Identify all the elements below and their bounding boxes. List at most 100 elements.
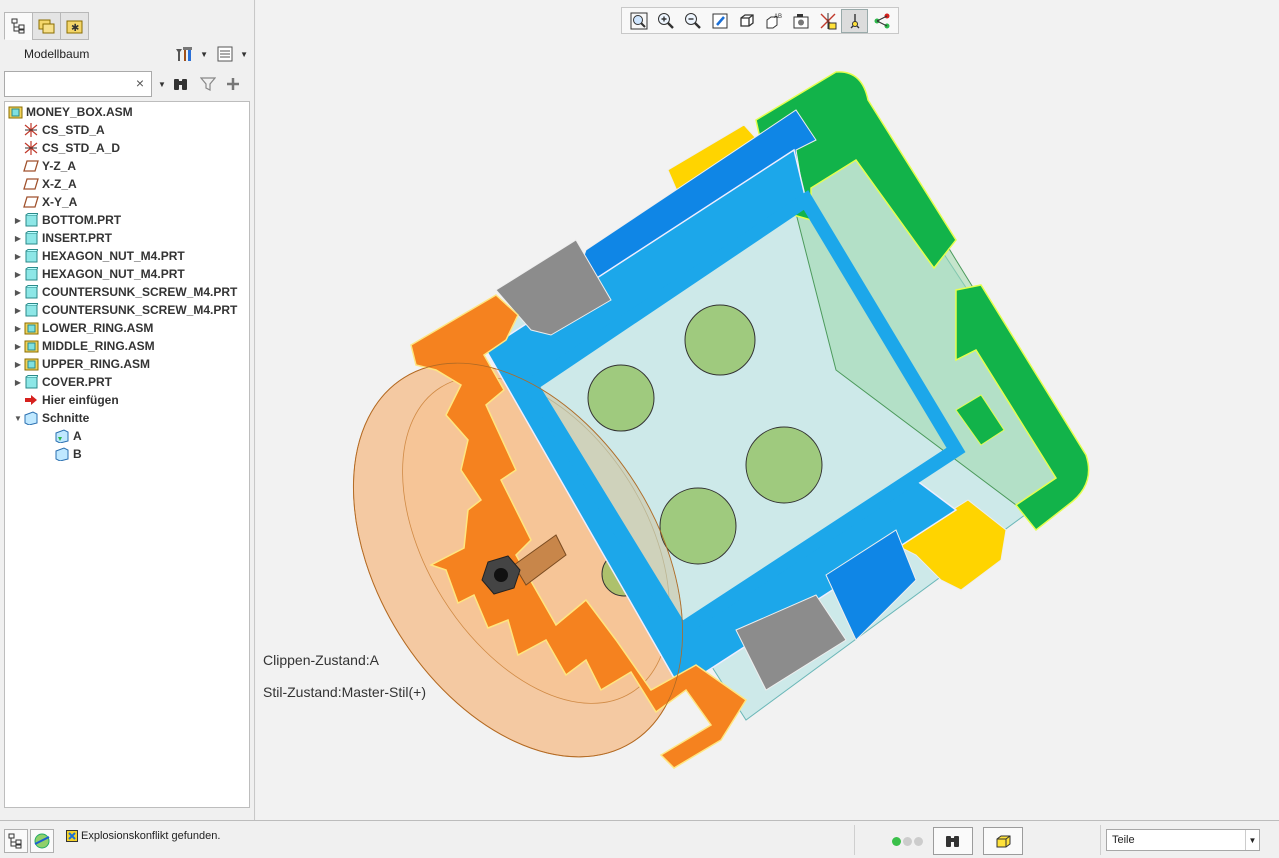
model-tree-panel: ✱ Modellbaum ▼ ▼ × ▼ MONEY_BOX.ASM CS_STD… bbox=[0, 0, 255, 820]
toggle-browser-button[interactable] bbox=[30, 829, 54, 853]
tree-item-label: X-Z_A bbox=[42, 177, 77, 191]
expand-arrow-icon[interactable]: ▶ bbox=[13, 360, 23, 369]
tree-item[interactable]: ▶ LOWER_RING.ASM bbox=[13, 319, 153, 337]
model-tree: MONEY_BOX.ASM CS_STD_A CS_STD_A_D Y-Z_A X-Z_… bbox=[4, 101, 250, 808]
tree-item[interactable]: CS_STD_A bbox=[13, 121, 105, 139]
tree-item-label: COUNTERSUNK_SCREW_M4.PRT bbox=[42, 285, 238, 299]
selection-box-button[interactable] bbox=[983, 827, 1023, 855]
view-toolbar: AB bbox=[621, 7, 899, 34]
status-bar: Explosionskonflikt gefunden. Teile ▼ bbox=[0, 820, 1279, 858]
expand-arrow-icon[interactable]: ▶ bbox=[13, 288, 23, 297]
tree-item-label: COUNTERSUNK_SCREW_M4.PRT bbox=[42, 303, 238, 317]
show-dropdown-icon[interactable]: ▼ bbox=[240, 50, 248, 59]
datum-display-icon bbox=[819, 12, 837, 30]
search-dropdown-icon[interactable]: ▼ bbox=[158, 80, 166, 89]
assembly-icon bbox=[23, 339, 39, 353]
tree-item[interactable]: ▶ HEXAGON_NUT_M4.PRT bbox=[13, 247, 185, 265]
expand-arrow-icon[interactable]: ▶ bbox=[13, 252, 23, 261]
expand-arrow-icon[interactable]: ▶ bbox=[13, 234, 23, 243]
tree-item[interactable]: ▶ COUNTERSUNK_SCREW_M4.PRT bbox=[13, 301, 237, 319]
clear-search-icon[interactable]: × bbox=[136, 75, 144, 91]
tree-item-label: CS_STD_A_D bbox=[42, 141, 121, 155]
tab-model-tree[interactable] bbox=[4, 12, 33, 40]
regeneration-status-icon bbox=[892, 836, 923, 846]
chevron-down-icon: ▼ bbox=[1245, 830, 1259, 850]
tree-settings-dropdown-icon[interactable]: ▼ bbox=[200, 50, 208, 59]
part-icon bbox=[23, 267, 39, 281]
expand-arrow-icon[interactable]: ▶ bbox=[13, 270, 23, 279]
tree-item-label: Schnitte bbox=[42, 411, 90, 425]
display-style-icon bbox=[738, 12, 756, 30]
expand-arrow-icon[interactable]: ▶ bbox=[13, 378, 23, 387]
part-icon bbox=[23, 303, 39, 317]
datum-display-button[interactable] bbox=[814, 9, 841, 33]
view-manager-button[interactable] bbox=[787, 9, 814, 33]
datum-plane-icon bbox=[23, 177, 39, 191]
tree-item[interactable]: ▼ Schnitte bbox=[13, 409, 89, 427]
collapse-arrow-icon[interactable]: ▼ bbox=[13, 414, 23, 423]
repaint-button[interactable] bbox=[706, 9, 733, 33]
selection-box-icon bbox=[996, 835, 1011, 848]
tree-settings-icon[interactable] bbox=[174, 45, 196, 63]
selection-filter-value: Teile bbox=[1112, 834, 1135, 846]
add-icon[interactable] bbox=[226, 77, 240, 91]
tree-item[interactable]: X-Y_A bbox=[13, 193, 77, 211]
show-columns-icon[interactable] bbox=[216, 45, 236, 63]
selection-filter-select[interactable]: Teile ▼ bbox=[1106, 829, 1260, 851]
expand-arrow-icon[interactable]: ▶ bbox=[13, 324, 23, 333]
model-tree-icon bbox=[8, 833, 22, 849]
expand-arrow-icon[interactable]: ▶ bbox=[13, 306, 23, 315]
tab-folder-browser[interactable] bbox=[32, 12, 61, 40]
section-active-icon bbox=[54, 429, 70, 443]
tab-favorites[interactable]: ✱ bbox=[60, 12, 89, 40]
refit-button[interactable] bbox=[625, 9, 652, 33]
assembly-icon bbox=[23, 357, 39, 371]
part-icon bbox=[23, 285, 39, 299]
saved-orientations-button[interactable]: AB bbox=[760, 9, 787, 33]
tree-item[interactable]: ▶ BOTTOM.PRT bbox=[13, 211, 121, 229]
filter-icon[interactable] bbox=[199, 76, 216, 92]
tree-item[interactable]: X-Z_A bbox=[13, 175, 77, 193]
find-button[interactable] bbox=[933, 827, 973, 855]
tree-item[interactable]: ▶ INSERT.PRT bbox=[13, 229, 112, 247]
tree-item[interactable]: CS_STD_A_D bbox=[13, 139, 120, 157]
tree-item[interactable]: Hier einfügen bbox=[13, 391, 119, 409]
svg-text:AB: AB bbox=[774, 14, 782, 20]
search-input[interactable] bbox=[5, 72, 125, 96]
repaint-icon bbox=[711, 12, 729, 30]
style-state-label: Stil-Zustand:Master-Stil(+) bbox=[263, 684, 426, 700]
tree-item-label: CS_STD_A bbox=[42, 123, 105, 137]
zoom-in-button[interactable] bbox=[652, 9, 679, 33]
zoom-out-button[interactable] bbox=[679, 9, 706, 33]
tree-item[interactable]: ▶ MIDDLE_RING.ASM bbox=[13, 337, 155, 355]
favorites-icon: ✱ bbox=[66, 20, 82, 34]
panel-title: Modellbaum bbox=[24, 47, 90, 61]
part-icon bbox=[23, 249, 39, 263]
display-style-button[interactable] bbox=[733, 9, 760, 33]
tree-item[interactable]: ▶ UPPER_RING.ASM bbox=[13, 355, 150, 373]
tree-item[interactable]: B bbox=[44, 445, 82, 463]
toggle-navigator-button[interactable] bbox=[4, 829, 28, 853]
search-row: × ▼ bbox=[4, 70, 250, 98]
tree-item[interactable]: ▶ COUNTERSUNK_SCREW_M4.PRT bbox=[13, 283, 237, 301]
tree-item-label: A bbox=[73, 429, 82, 443]
annotation-display-button[interactable] bbox=[868, 9, 895, 33]
tree-item[interactable]: ▶ COVER.PRT bbox=[13, 373, 112, 391]
binoculars-icon[interactable] bbox=[172, 76, 190, 92]
tree-item-label: B bbox=[73, 447, 82, 461]
section-icon bbox=[54, 447, 70, 461]
tree-item[interactable]: Y-Z_A bbox=[13, 157, 76, 175]
tree-item[interactable]: A bbox=[44, 427, 82, 445]
spin-center-button[interactable] bbox=[841, 8, 868, 33]
svg-text:✱: ✱ bbox=[71, 23, 79, 34]
assembly-icon bbox=[23, 321, 39, 335]
graphics-window[interactable]: AB Clippen-Zustand:A Stil-Zustand:Master… bbox=[256, 0, 1279, 820]
tree-item[interactable]: MONEY_BOX.ASM bbox=[7, 103, 133, 121]
datum-plane-icon bbox=[23, 195, 39, 209]
tree-item[interactable]: ▶ HEXAGON_NUT_M4.PRT bbox=[13, 265, 185, 283]
explode-warning-icon bbox=[66, 830, 78, 842]
tree-item-label: COVER.PRT bbox=[42, 375, 113, 389]
expand-arrow-icon[interactable]: ▶ bbox=[13, 342, 23, 351]
expand-arrow-icon[interactable]: ▶ bbox=[13, 216, 23, 225]
insert-here-arrow-icon bbox=[23, 393, 39, 407]
